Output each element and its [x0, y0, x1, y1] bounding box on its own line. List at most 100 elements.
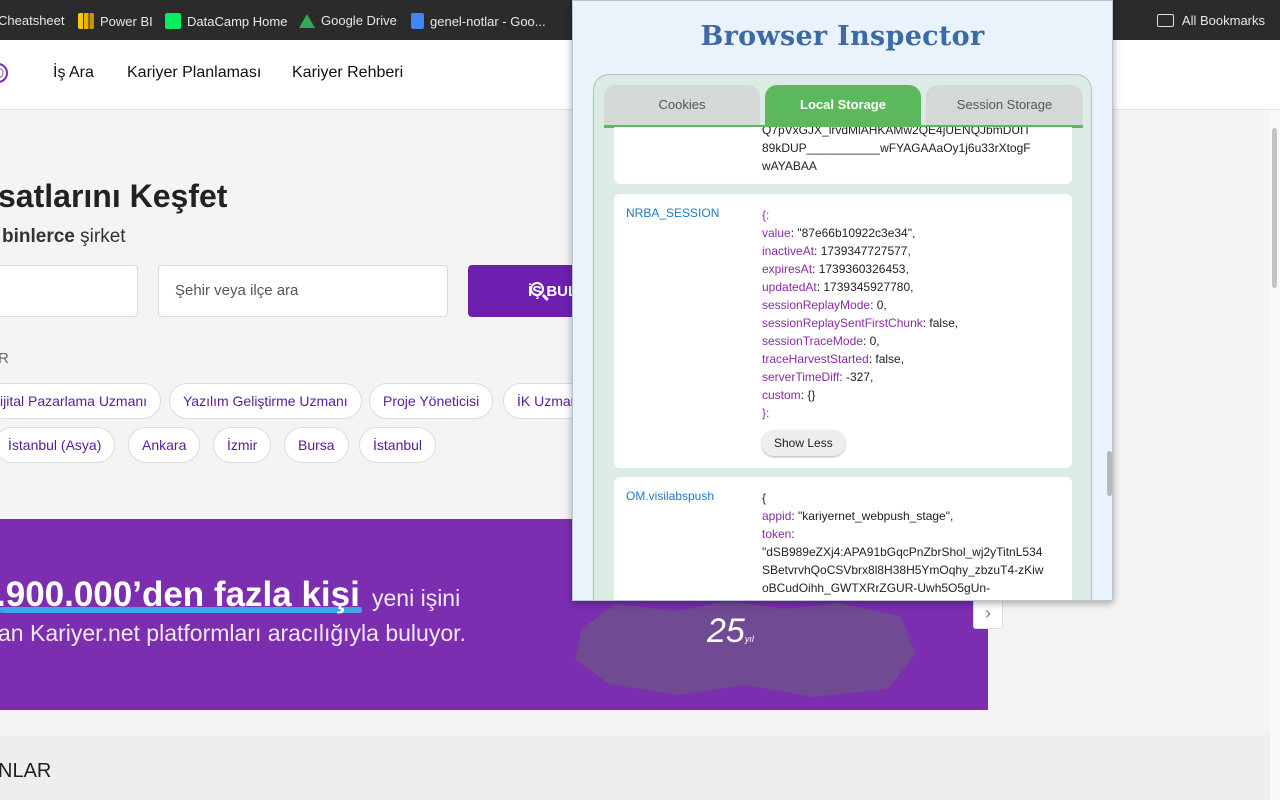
json-value: : 1739360326453,	[812, 262, 909, 276]
value-line: 89kDUP___________wFYAGAAaOy1j6u33rXtogF	[762, 141, 1031, 155]
json-field: updatedAt: 1739345927780,	[762, 278, 958, 296]
json-field: appid: "kariyernet_webpush_stage",	[762, 507, 1047, 525]
json-value: : false,	[922, 316, 959, 330]
all-bookmarks-button[interactable]: All Bookmarks	[1156, 13, 1265, 28]
json-value: : "87e66b10922c3e34",	[790, 226, 916, 240]
json-value: : 0,	[870, 298, 887, 312]
json-value: : "kariyernet_webpush_stage",	[791, 509, 954, 523]
bookmark-cheatsheet[interactable]: Cheatsheet	[0, 13, 65, 28]
json-open: {	[762, 491, 767, 505]
json-key: updatedAt	[762, 280, 817, 294]
anniversary-suffix: yıl	[744, 634, 754, 644]
bookmark-power-bi[interactable]: Power BI	[78, 13, 153, 29]
json-value: : false,	[868, 352, 905, 366]
carousel-next-button[interactable]: ›	[973, 599, 1003, 629]
chip-city[interactable]: İzmir	[213, 427, 272, 463]
bookmark-label: genel-notlar - Goo...	[430, 13, 546, 29]
folder-icon	[1156, 14, 1174, 27]
kariyer-logo-icon[interactable]	[0, 60, 18, 86]
popup-title: Browser Inspector	[700, 21, 985, 52]
json-key: expiresAt	[762, 262, 813, 276]
popup-scroll-thumb[interactable]	[1107, 451, 1112, 496]
tab-session-storage[interactable]: Session Storage	[926, 85, 1083, 125]
chip-city[interactable]: Bursa	[284, 427, 349, 463]
entry-value: Q7pVxGJX_lrvdMlAHKAMw2QE4jUENQJbmDUIT 89…	[762, 127, 1047, 175]
value-line: wAYABAA	[762, 159, 817, 173]
bookmark-label: Google Drive	[321, 13, 397, 28]
bookmark-label: Power BI	[100, 13, 153, 29]
banner-headline-suffix: yeni işini	[372, 585, 461, 611]
anniversary-number: 25	[707, 612, 745, 650]
page-scroll-thumb[interactable]	[1272, 128, 1277, 288]
json-key: sessionReplayMode	[762, 298, 871, 312]
json-field: serverTimeDiff: -327,	[762, 368, 958, 386]
json-colon: :	[791, 527, 795, 541]
entry-value: {: value: "87e66b10922c3e34", inactiveAt…	[762, 206, 958, 422]
json-field: expiresAt: 1739360326453,	[762, 260, 958, 278]
json-key: sessionTraceMode	[762, 334, 863, 348]
chip-position[interactable]: ijital Pazarlama Uzmanı	[0, 383, 162, 419]
tab-local-storage[interactable]: Local Storage	[765, 85, 921, 125]
json-key: appid	[762, 509, 792, 523]
chip-city[interactable]: İstanbul (Asya)	[0, 427, 116, 463]
chip-city[interactable]: İstanbul	[359, 427, 437, 463]
nav-is-ara[interactable]: İş Ara	[53, 64, 94, 82]
banner-headline-text: .900.000’den fazla kişi	[0, 575, 360, 614]
nav-kariyer-rehberi[interactable]: Kariyer Rehberi	[292, 64, 403, 82]
hero-subtitle: binlerce şirket	[2, 226, 126, 248]
bookmark-datacamp[interactable]: DataCamp Home	[165, 13, 287, 29]
tab-cookies[interactable]: Cookies	[604, 85, 760, 125]
city-search-input[interactable]: Şehir veya ilçe ara	[158, 265, 448, 317]
google-drive-icon	[299, 13, 315, 28]
banner-headline: .900.000’den fazla kişi	[0, 575, 360, 615]
json-key: serverTimeDiff	[762, 370, 840, 384]
json-field: custom: {}	[762, 386, 958, 404]
json-close: }:	[762, 406, 770, 420]
hero-subtitle-rest: şirket	[74, 226, 126, 247]
storage-entry-visilabspush: OM.visilabspush { appid: "kariyernet_web…	[614, 477, 1072, 600]
json-key: inactiveAt	[762, 244, 815, 258]
lower-section-title: NLAR	[0, 760, 52, 782]
json-field: inactiveAt: 1739347727577,	[762, 242, 958, 260]
json-key: token	[762, 527, 792, 541]
nav-kariyer-planlamasi[interactable]: Kariyer Planlaması	[127, 64, 261, 82]
bookmark-label: DataCamp Home	[187, 13, 288, 29]
storage-entry-nrba-session: NRBA_SESSION {: value: "87e66b10922c3e34…	[614, 194, 1072, 468]
json-field: sessionReplayMode: 0,	[762, 296, 958, 314]
lower-section: NLAR	[0, 735, 1270, 800]
bookmark-label: Cheatsheet	[0, 13, 65, 28]
hero-title: satlarını Keşfet	[0, 178, 228, 214]
json-open: {:	[762, 208, 770, 222]
hero-subtitle-bold: binlerce	[2, 226, 75, 247]
all-bookmarks-label: All Bookmarks	[1181, 13, 1265, 28]
json-value: : {}	[800, 388, 816, 402]
google-docs-icon	[411, 13, 424, 29]
json-key: sessionReplaySentFirstChunk	[762, 316, 923, 330]
show-less-button[interactable]: Show Less	[762, 430, 845, 456]
json-key: value	[762, 226, 791, 240]
json-value: : -327,	[839, 370, 874, 384]
chip-position[interactable]: Proje Yöneticisi	[369, 383, 494, 419]
popular-searches-label: R	[0, 350, 9, 367]
json-token-value: "dSB989eZXj4:APA91bGqcPnZbrShol_wj2yTitn…	[762, 545, 1044, 595]
json-field: sessionReplaySentFirstChunk: false,	[762, 314, 958, 332]
chip-position[interactable]: Yazılım Geliştirme Uzmanı	[169, 383, 362, 419]
bookmark-google-drive[interactable]: Google Drive	[299, 13, 397, 28]
entry-key: OM.visilabspush	[626, 489, 715, 503]
json-field: traceHarvestStarted: false,	[762, 350, 958, 368]
storage-tabs: Cookies Local Storage Session Storage	[604, 85, 1083, 125]
page-scrollbar[interactable]	[1270, 110, 1280, 800]
banner-subline: an Kariyer.net platformları aracılığıyla…	[0, 620, 466, 646]
storage-entries[interactable]: Q7pVxGJX_lrvdMlAHKAMw2QE4jUENQJbmDUIT 89…	[614, 127, 1072, 600]
datacamp-icon	[165, 13, 181, 29]
json-field: token:	[762, 525, 1047, 543]
position-search-input[interactable]	[0, 265, 138, 317]
entry-value: { appid: "kariyernet_webpush_stage", tok…	[762, 489, 1047, 597]
storage-panel: Cookies Local Storage Session Storage Q7…	[593, 74, 1092, 600]
json-field: value: "87e66b10922c3e34",	[762, 224, 958, 242]
bookmark-genel-notlar[interactable]: genel-notlar - Goo...	[411, 13, 546, 29]
anniversary-logo: 25yıl	[707, 612, 754, 651]
chip-city[interactable]: Ankara	[128, 427, 201, 463]
entry-key: NRBA_SESSION	[626, 206, 720, 220]
json-value: : 0,	[862, 334, 880, 348]
